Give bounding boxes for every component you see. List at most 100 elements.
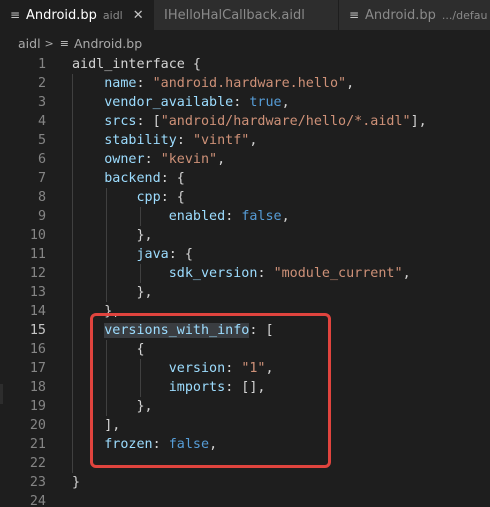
code-token: java [72,247,169,262]
line-number: 20 [29,418,46,433]
line-number: 8 [37,190,46,205]
tab-description: .../defau [441,8,488,22]
code-line[interactable]: 15 versions_with_info: [ [0,321,490,340]
breadcrumb-file[interactable]: Android.bp [74,36,142,51]
tab-label: Android.bp [26,7,97,23]
line-code: stability: "vintf", [72,131,257,150]
code-token: sdk_version [72,266,258,281]
line-code: vendor_available: true, [72,93,290,112]
tab-bar: ≡ Android.bp aidl ✕ IHelloHalCallback.ai… [0,0,490,30]
code-line[interactable]: 13 }, [0,283,490,302]
tab-ihellohalcallback-aidl[interactable]: IHelloHalCallback.aidl [154,0,339,30]
code-token: : [257,266,274,281]
scroll-marker [0,384,3,404]
code-token: : [ [249,323,274,338]
code-token: "1" [241,361,266,376]
line-number: 6 [37,152,46,167]
line-number: 18 [29,380,46,395]
code-line[interactable]: 9 enabled: false, [0,207,490,226]
tab-label: IHelloHalCallback.aidl [164,7,305,23]
code-token: ], [72,418,121,433]
code-token: frozen [72,437,153,452]
code-line[interactable]: 11 java: { [0,245,490,264]
code-line[interactable]: 3 vendor_available: true, [0,93,490,112]
line-number: 13 [29,285,46,300]
code-line[interactable]: 23} [0,473,490,492]
line-code: } [72,473,80,492]
code-token: "vintf" [192,133,250,148]
code-token: vendor_available [72,95,234,110]
code-token: , [265,361,274,376]
code-line[interactable]: 2 name: "android.hardware.hello", [0,74,490,93]
line-code: cpp: { [72,188,185,207]
code-line[interactable]: 1 aidl_interface { [0,55,490,74]
code-line[interactable]: 16 { [0,340,490,359]
code-line[interactable]: 22 [0,454,490,473]
code-token: : [225,361,242,376]
code-token: false [241,209,282,224]
code-line[interactable]: 17 version: "1", [0,359,490,378]
line-code: frozen: false, [72,435,217,454]
line-code: }, [72,397,153,416]
code-token: , [346,76,355,91]
line-number: 7 [37,171,46,186]
code-token: imports [72,380,226,395]
code-token: "module_current" [273,266,403,281]
code-token: , [249,133,258,148]
code-token: : { [160,171,185,186]
line-code: versions_with_info: [ [72,321,274,340]
line-code: imports: [], [72,378,266,397]
code-line[interactable]: 19 }, [0,397,490,416]
code-token: , [281,95,290,110]
line-code: name: "android.hardware.hello", [72,74,354,93]
close-icon[interactable]: ✕ [133,8,144,23]
code-token: { [72,342,145,357]
code-token: false [168,437,210,452]
code-token: : [233,95,250,110]
code-line[interactable]: 24 [0,492,490,507]
line-number: 3 [37,95,46,110]
line-number: 17 [29,361,46,376]
line-number: 19 [29,399,46,414]
breadcrumb: aidl > ≡ Android.bp [0,32,490,54]
editor-window: ≡ Android.bp aidl ✕ IHelloHalCallback.ai… [0,0,490,507]
line-number: 2 [37,76,46,91]
code-token: : [136,76,153,91]
line-number: 24 [29,494,46,507]
code-line[interactable]: 14 }, [0,302,490,321]
code-line[interactable]: 5 stability: "vintf", [0,131,490,150]
code-token: : [144,152,161,167]
code-token: "kevin" [160,152,218,167]
code-editor[interactable]: 1 aidl_interface {2 name: "android.hardwa… [0,55,490,507]
code-line[interactable]: 10 }, [0,226,490,245]
line-number: 1 [37,57,46,72]
code-token: : { [160,190,185,205]
code-token: name [72,76,137,91]
line-number: 5 [37,133,46,148]
breadcrumb-folder[interactable]: aidl [18,36,41,51]
code-line[interactable]: 7 backend: { [0,169,490,188]
code-token: true [249,95,282,110]
code-line[interactable]: 18 imports: [], [0,378,490,397]
code-line[interactable]: 20 ], [0,416,490,435]
code-line[interactable]: 12 sdk_version: "module_current", [0,264,490,283]
code-token: aidl_interface [72,57,185,72]
line-code: }, [72,283,152,302]
code-token: }, [72,304,121,319]
line-number: 9 [37,209,46,224]
tab-android-bp-default[interactable]: ≡ Android.bp .../defau [339,0,490,30]
line-code: { [72,340,145,359]
code-line[interactable]: 21 frozen: false, [0,435,490,454]
code-line[interactable]: 4 srcs: ["android/hardware/hello/*.aidl"… [0,112,490,131]
code-token: stability [72,133,177,148]
line-number: 10 [29,228,46,243]
code-line[interactable]: 8 cpp: { [0,188,490,207]
code-token: : { [168,247,193,262]
tab-android-bp-aidl[interactable]: ≡ Android.bp aidl ✕ [0,0,154,30]
text-file-icon: ≡ [59,36,69,50]
code-line[interactable]: 6 owner: "kevin", [0,150,490,169]
code-token: , [217,152,226,167]
code-token: : [152,437,169,452]
code-token: }, [72,399,153,414]
